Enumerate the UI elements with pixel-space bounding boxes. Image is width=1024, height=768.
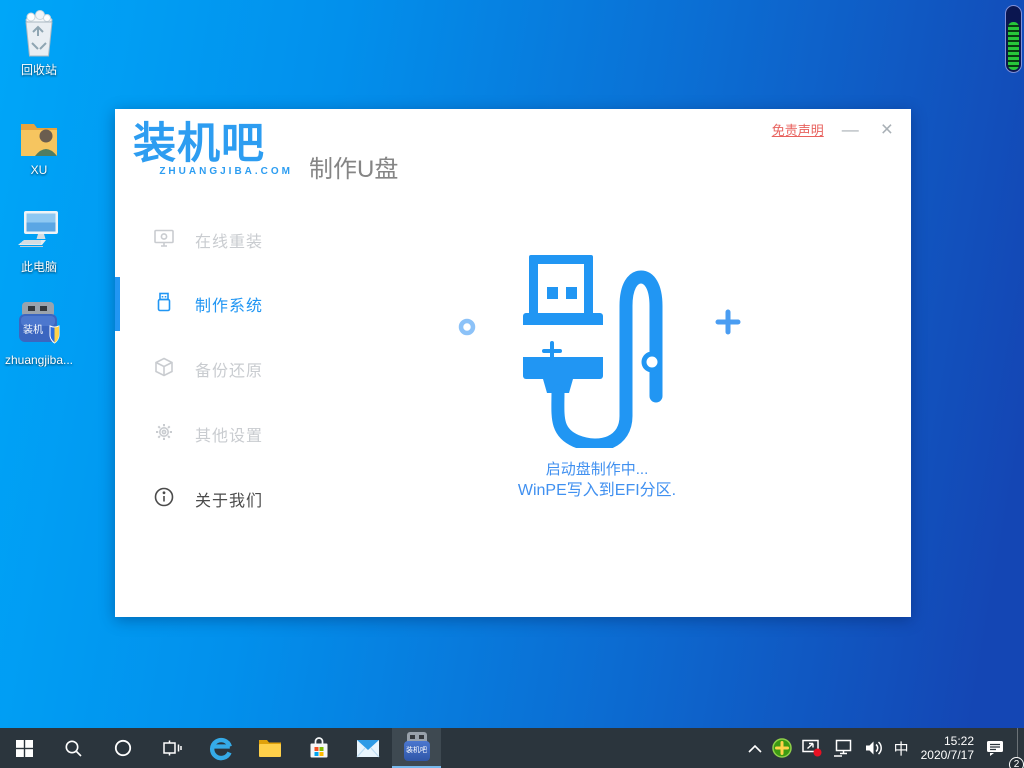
edge-button[interactable] <box>196 728 245 768</box>
desktop-icon-label: 回收站 <box>2 61 76 78</box>
tray-date: 2020/7/17 <box>921 748 974 762</box>
file-explorer-button[interactable] <box>245 728 294 768</box>
zhuangjiba-window: 装机吧 ZHUANGJIBA.COM 制作U盘 免责声明 — × 在线重装 <box>115 109 911 617</box>
tray-cast-notification[interactable] <box>797 728 828 768</box>
search-button[interactable] <box>49 728 98 768</box>
taskbar-left: 装机吧 <box>0 728 441 768</box>
sidebar-item-label: 在线重装 <box>195 228 263 252</box>
recycle-bin-icon <box>2 8 76 58</box>
status-text: 启动盘制作中... WinPE写入到EFI分区. <box>397 459 797 501</box>
monitor-reinstall-icon <box>153 227 175 254</box>
tray-time: 15:22 <box>921 734 974 748</box>
chevron-up-icon <box>748 744 762 753</box>
tray-chevron-up[interactable] <box>743 728 767 768</box>
sidebar-item-backup-restore[interactable]: 备份还原 <box>115 344 315 394</box>
zhuangjiba-usb-icon: 装机 <box>2 300 76 350</box>
sidebar-item-about-us[interactable]: 关于我们 <box>115 474 315 524</box>
task-view-icon <box>162 739 182 757</box>
usb-making-illustration <box>455 248 745 448</box>
file-explorer-icon <box>258 738 282 758</box>
microsoft-store-button[interactable] <box>294 728 343 768</box>
mail-button[interactable] <box>343 728 392 768</box>
settings-gear-icon <box>153 421 175 448</box>
usb-drive-icon <box>153 291 175 318</box>
tray-clock[interactable]: 15:22 2020/7/17 <box>914 734 981 762</box>
windows-logo-icon <box>16 740 33 757</box>
system-tray: 中 15:22 2020/7/17 2 <box>743 728 1021 768</box>
app-logo-text: 装机吧 <box>133 121 293 168</box>
desktop-icon-this-pc[interactable]: 此电脑 <box>2 205 76 275</box>
microsoft-store-icon <box>307 736 331 760</box>
disclaimer-link[interactable]: 免责声明 <box>772 120 824 139</box>
cast-screen-icon <box>802 738 823 758</box>
window-header-actions: 免责声明 — × <box>772 117 897 142</box>
notification-count-badge: 2 <box>1009 757 1024 768</box>
tray-antivirus[interactable] <box>767 728 797 768</box>
antivirus-icon <box>772 738 792 758</box>
action-center-button[interactable]: 2 <box>981 728 1017 768</box>
decor-plus-right <box>718 312 738 332</box>
desktop-icon-zhuangjiba-app[interactable]: 装机 zhuangjiba... <box>2 300 76 367</box>
search-icon <box>64 739 83 758</box>
usb-icon-text: 装机 <box>23 323 43 336</box>
sidebar-item-label: 制作系统 <box>195 292 263 316</box>
task-view-button[interactable] <box>147 728 196 768</box>
desktop-icon-user-folder[interactable]: XU <box>2 110 76 177</box>
status-line-2: WinPE写入到EFI分区. <box>397 480 797 501</box>
usb-plug-graphic <box>523 255 660 445</box>
start-button[interactable] <box>0 728 49 768</box>
close-button[interactable]: × <box>877 117 897 142</box>
backup-restore-icon <box>153 356 175 383</box>
app-logo: 装机吧 ZHUANGJIBA.COM <box>133 121 293 177</box>
info-circle-icon <box>153 486 175 513</box>
taskbar-app-icon-label: 装机吧 <box>404 741 430 761</box>
usb-write-progress-widget <box>1005 5 1022 73</box>
speaker-icon <box>864 739 884 757</box>
cortana-circle-icon <box>114 739 132 757</box>
sidebar-item-label: 关于我们 <box>195 487 263 511</box>
status-line-1: 启动盘制作中... <box>397 459 797 480</box>
tray-network[interactable] <box>828 728 859 768</box>
notification-icon <box>986 740 1005 757</box>
desktop-icon-label: zhuangjiba... <box>2 353 76 367</box>
desktop-icon-recycle-bin[interactable]: 回收站 <box>2 8 76 78</box>
decor-dot-left <box>461 321 473 333</box>
mail-icon <box>356 739 380 758</box>
minimize-button[interactable]: — <box>838 119 863 140</box>
sidebar-item-make-system[interactable]: 制作系统 <box>115 279 315 329</box>
page-title: 制作U盘 <box>309 149 398 184</box>
desktop-icon-label: 此电脑 <box>2 258 76 275</box>
this-pc-icon <box>2 205 76 255</box>
edge-browser-icon <box>208 735 234 761</box>
sidebar-item-online-reinstall[interactable]: 在线重装 <box>115 215 315 265</box>
taskbar-app-zhuangjiba[interactable]: 装机吧 <box>392 728 441 768</box>
sidebar-item-label: 其他设置 <box>195 422 263 446</box>
zhuangjiba-taskbar-icon: 装机吧 <box>404 732 430 762</box>
cortana-button[interactable] <box>98 728 147 768</box>
network-ethernet-icon <box>833 739 854 757</box>
tray-volume[interactable] <box>859 728 889 768</box>
desktop-icon-label: XU <box>2 163 76 177</box>
sidebar-item-label: 备份还原 <box>195 357 263 381</box>
usb-progress-fill <box>1008 22 1019 70</box>
sidebar-item-other-settings[interactable]: 其他设置 <box>115 409 315 459</box>
user-folder-icon <box>2 110 76 160</box>
taskbar: 装机吧 <box>0 728 1024 768</box>
desktop: 回收站 XU 此电脑 <box>0 0 1024 768</box>
tray-ime-indicator[interactable]: 中 <box>889 728 914 768</box>
